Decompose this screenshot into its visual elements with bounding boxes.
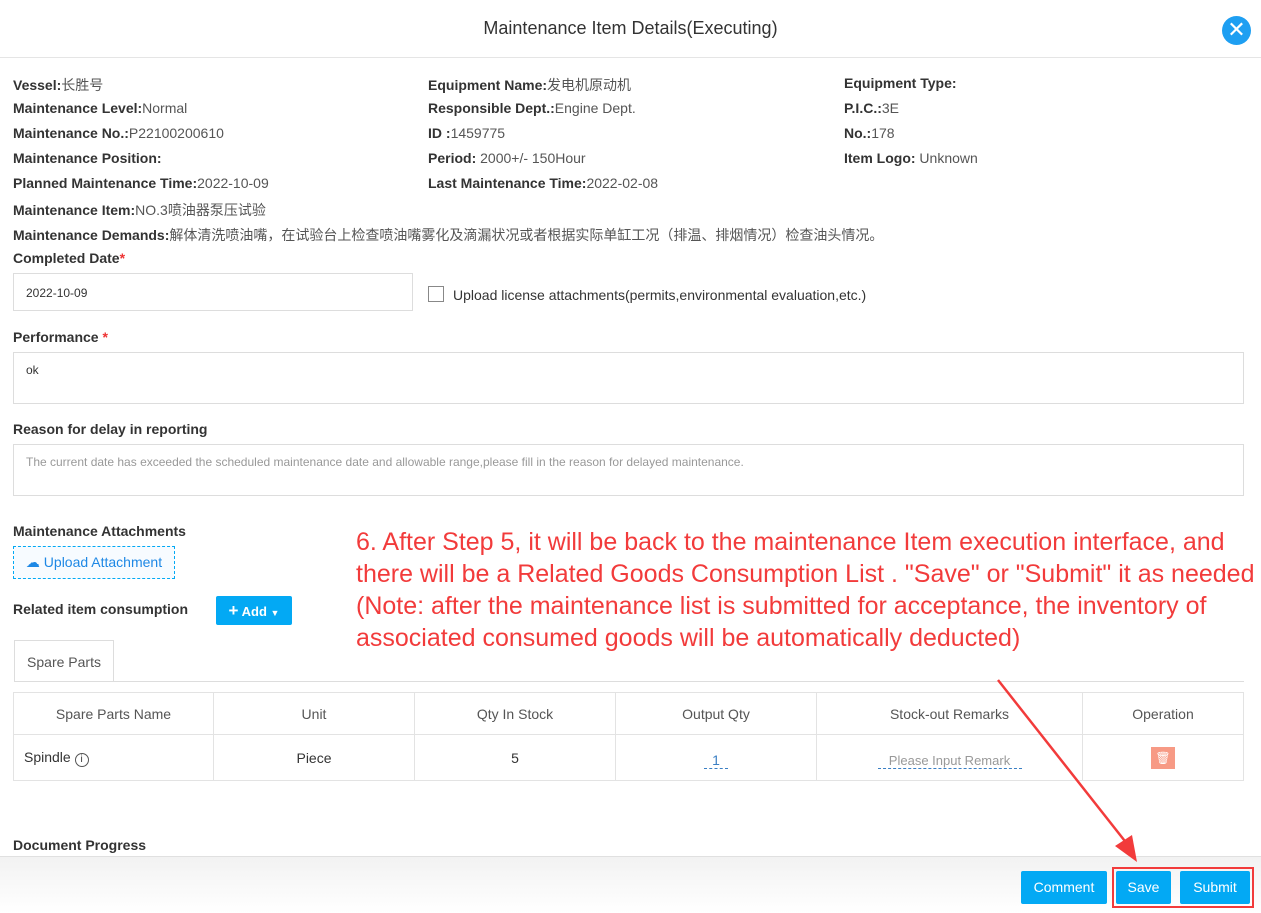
annotation-arrow <box>997 679 1137 862</box>
